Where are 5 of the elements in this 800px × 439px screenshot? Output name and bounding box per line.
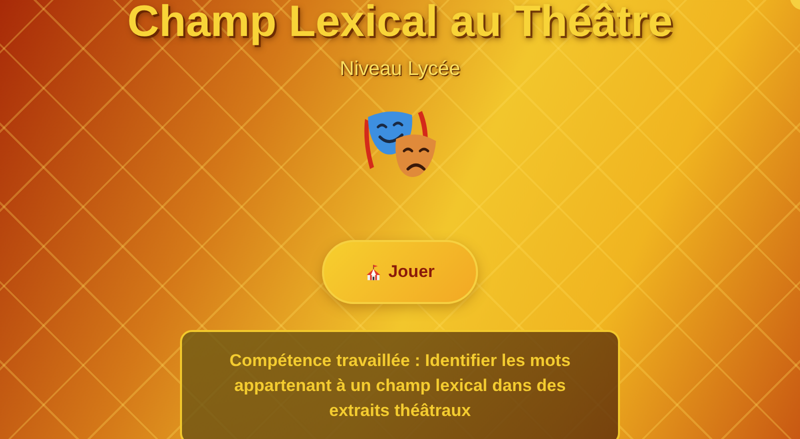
game-title: Champ Lexical au Théâtre	[127, 0, 673, 44]
skill-description: Compétence travaillée : Identifier les mots appartenant à un champ lexical dans des extraits théâtraux	[228, 350, 572, 422]
level-subtitle: Niveau Lycée	[340, 58, 460, 81]
circus-tent-icon	[365, 264, 382, 280]
play-button[interactable]: Jouer	[322, 240, 478, 304]
